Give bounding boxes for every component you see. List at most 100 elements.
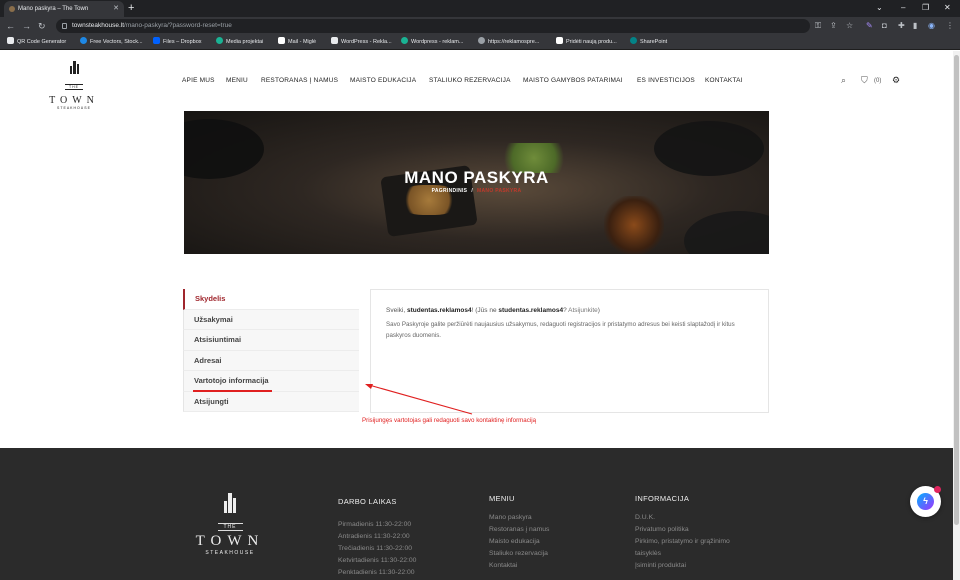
greeting-text: Sveiki, studentas.reklamos4! (Jūs ne stu… [386, 307, 600, 314]
banner-glass-image [604, 196, 664, 254]
footer-logo[interactable]: THE TOWN STEAKHOUSE [190, 493, 270, 556]
minimize-button[interactable]: – [901, 0, 905, 16]
bookmark-favicon-icon [216, 37, 223, 44]
bookmark-item[interactable]: Files – Dropbox [153, 35, 202, 50]
cart-count[interactable]: (0) [874, 78, 881, 84]
address-bar[interactable]: townsteakhouse.lt/mano-paskyra/?password… [56, 19, 810, 33]
key-icon[interactable]: ⚿ [815, 19, 821, 33]
annotation-text: Prisijungęs vartotojas gali redaguoti sa… [362, 417, 537, 424]
settings-gear-icon[interactable]: ⚙ [892, 75, 900, 86]
nav-maisto-gamybos-patarimai[interactable]: MAISTO GAMYBOS PATARIMAI [523, 77, 623, 84]
bookmark-item[interactable]: WordPress - Rekla... [331, 35, 392, 50]
bookmark-item[interactable]: SharePoint [630, 35, 667, 50]
account-navigation: Skydelis Užsakymai Atsisiuntimai Adresai… [183, 289, 359, 412]
web-page: THE TOWN STEAKHOUSE APIE MUS MENIU RESTO… [0, 51, 960, 580]
browser-menu-icon[interactable]: ⋮ [946, 19, 954, 33]
share-icon[interactable]: ⇪ [830, 19, 837, 33]
logo-town: TOWN [49, 95, 99, 106]
bookmark-favicon-icon [556, 37, 563, 44]
nav-staliuko-rezervacija[interactable]: STALIUKO REZERVACIJA [429, 77, 511, 84]
footer-menu-link[interactable]: Kontaktai [489, 562, 517, 569]
logo-the: THE [65, 84, 83, 90]
footer-info-link[interactable]: taisyklės [635, 550, 661, 557]
page-banner: MANO PASKYRA PAGRINDINIS / MANO PASKYRA [184, 111, 769, 254]
account-nav-dashboard[interactable]: Skydelis [183, 289, 359, 310]
site-logo[interactable]: THE TOWN STEAKHOUSE [46, 61, 102, 110]
bookmark-item[interactable]: Wordpress - reklam... [401, 35, 463, 50]
maximize-button[interactable]: ❐ [922, 0, 929, 16]
nav-apie-mus[interactable]: APIE MUS [182, 77, 215, 84]
profile-avatar-icon[interactable]: ◉ [928, 19, 935, 33]
bookmark-favicon-icon [80, 37, 87, 44]
footer-menu-link[interactable]: Maisto edukacija [489, 538, 540, 545]
tab-search-icon[interactable]: ⌄ [876, 0, 883, 16]
footer-info-link[interactable]: Privatumo politika [635, 526, 689, 533]
side-panel-icon[interactable]: ▮ [913, 19, 917, 33]
username: studentas.reklamos4 [406, 307, 472, 314]
bookmark-favicon-icon [401, 37, 408, 44]
bookmark-item[interactable]: Mail - Miglė [278, 35, 316, 50]
account-nav-addresses[interactable]: Adresai [183, 350, 359, 371]
footer-hours-line: Trečiadienis 11:30-22:00 [338, 545, 413, 552]
bookmark-item[interactable]: QR Code Generator [7, 35, 66, 50]
tab-favicon-icon [9, 6, 15, 12]
close-window-button[interactable]: ✕ [944, 0, 951, 16]
footer-logo-steakhouse: STEAKHOUSE [205, 550, 255, 556]
site-footer: THE TOWN STEAKHOUSE DARBO LAIKAS Pirmadi… [0, 448, 960, 580]
scrollbar-thumb[interactable] [954, 55, 959, 525]
qr-icon [7, 37, 14, 44]
bookmarks-bar: QR Code Generator Free Vectors, Stock...… [0, 35, 960, 50]
reload-icon[interactable]: ↻ [38, 19, 46, 33]
bookmark-star-icon[interactable]: ☆ [846, 19, 853, 33]
footer-logo-town: TOWN [195, 533, 265, 549]
dashboard-description: Savo Paskyroje galite peržiūrėti naujaus… [386, 321, 735, 339]
nav-meniu[interactable]: MENIU [226, 77, 248, 84]
extension-camera-icon[interactable]: ◘ [882, 19, 887, 33]
account-nav-orders[interactable]: Užsakymai [183, 309, 359, 330]
bookmark-item[interactable]: Free Vectors, Stock... [80, 35, 143, 50]
page-title: MANO PASKYRA [404, 168, 549, 187]
account-nav-logout[interactable]: Atsijungti [183, 391, 359, 412]
breadcrumb-home[interactable]: PAGRINDINIS [432, 188, 468, 194]
tab-title: Mano paskyra – The Town [18, 6, 89, 12]
footer-info-title: INFORMACIJA [635, 494, 690, 503]
mail-icon [278, 37, 285, 44]
cart-icon[interactable]: ⛉ [861, 75, 868, 86]
nav-maisto-edukacija[interactable]: MAISTO EDUKACIJA [350, 77, 416, 84]
footer-logo-the: THE [217, 523, 243, 531]
footer-menu-link[interactable]: Restoranas į namus [489, 526, 549, 533]
footer-menu-link[interactable]: Staliuko rezervacija [489, 550, 548, 557]
tab-close-icon[interactable]: ✕ [113, 1, 119, 17]
new-tab-button[interactable]: + [128, 0, 134, 16]
extension-pen-icon[interactable]: ✎ [866, 19, 873, 33]
bookmark-item[interactable]: https://reklamospre... [478, 35, 539, 50]
footer-menu-link[interactable]: Mano paskyra [489, 514, 532, 521]
breadcrumb-separator: / [471, 188, 474, 194]
back-icon[interactable]: ← [6, 19, 15, 33]
logout-link[interactable]: Atsijunkite [568, 307, 598, 314]
footer-info-link[interactable]: Įsiminti produktai [635, 562, 686, 569]
breadcrumb: PAGRINDINIS / MANO PASKYRA [184, 188, 769, 194]
browser-tab[interactable]: Mano paskyra – The Town ✕ [4, 1, 124, 17]
globe-icon [478, 37, 485, 44]
bookmark-item[interactable]: Pridėti naują produ... [556, 35, 617, 50]
messenger-chat-button[interactable]: ϟ [910, 486, 941, 517]
footer-hours-line: Ketvirtadienis 11:30-22:00 [338, 557, 417, 564]
nav-restoranas-i-namus[interactable]: RESTORANAS Į NAMUS [261, 77, 338, 84]
bookmark-item[interactable]: Media projektai [216, 35, 263, 50]
account-nav-downloads[interactable]: Atsisiuntimai [183, 330, 359, 351]
account-nav-account-details[interactable]: Vartotojo informacija [183, 371, 359, 392]
search-icon[interactable]: ⌕ [841, 75, 846, 86]
nav-es-investicijos[interactable]: ES INVESTICIJOS [637, 77, 695, 84]
banner-plate-image [684, 211, 769, 254]
url-host: townsteakhouse.lt [72, 22, 125, 29]
url-path: /mano-paskyra/?password-reset=true [124, 22, 232, 29]
nav-kontaktai[interactable]: KONTAKTAI [705, 77, 743, 84]
footer-info-link[interactable]: Pirkimo, pristatymo ir grąžinimo [635, 538, 730, 545]
page-scrollbar[interactable] [953, 51, 960, 580]
forward-icon[interactable]: → [22, 19, 31, 33]
footer-info-link[interactable]: D.U.K. [635, 514, 655, 521]
lock-icon [62, 23, 67, 29]
dropbox-icon [153, 37, 160, 44]
extensions-puzzle-icon[interactable]: ✚ [898, 19, 905, 33]
